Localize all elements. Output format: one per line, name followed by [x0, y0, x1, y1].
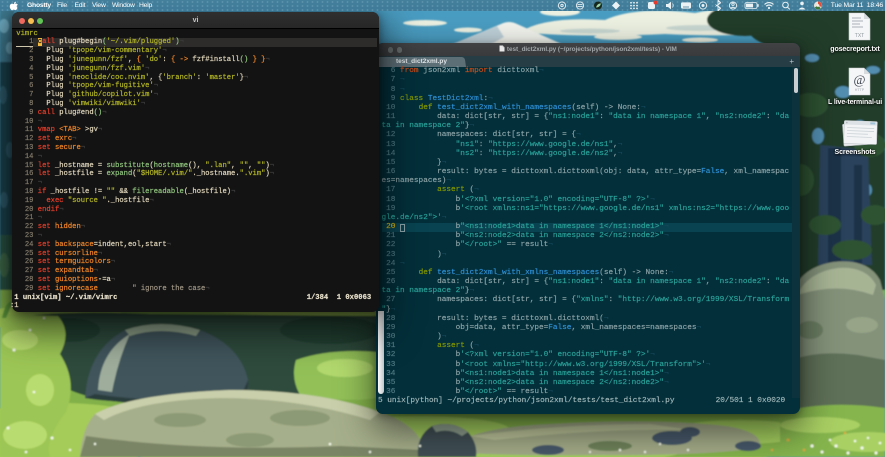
- svg-text:TXT: TXT: [855, 33, 864, 39]
- svg-text:@: @: [854, 72, 866, 87]
- svg-text:HTTP: HTTP: [855, 88, 865, 92]
